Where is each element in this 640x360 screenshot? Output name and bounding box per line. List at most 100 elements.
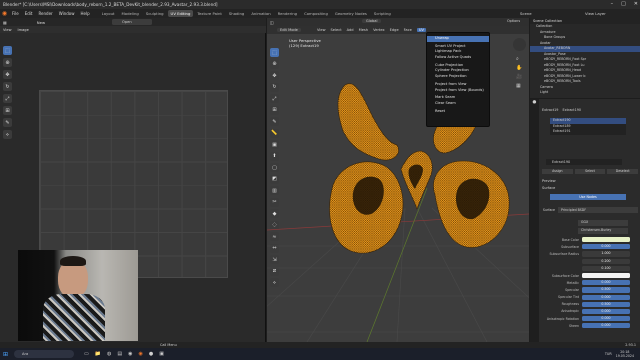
rotate-tool-icon[interactable]: ↻	[3, 82, 12, 91]
select-button[interactable]: Select	[574, 169, 606, 174]
cursor-tool-icon[interactable]: ⊕	[3, 58, 12, 67]
uv-menu-image[interactable]: Image	[15, 28, 32, 32]
subsurface-field[interactable]: 0.000	[582, 244, 630, 250]
menu-help[interactable]: Help	[77, 11, 92, 16]
assign-button[interactable]: Assign	[542, 169, 573, 174]
task-view-icon[interactable]: ▭	[84, 351, 89, 357]
viewport-nav-buttons: ⌕ ✋ 🎥 ▦	[516, 56, 522, 89]
status-hint: Call Menu	[160, 343, 177, 347]
material-slot[interactable]: Extract191	[550, 129, 626, 135]
tab-geometry-nodes[interactable]: Geometry Nodes	[332, 10, 370, 17]
outliner-row[interactable]: Light	[530, 90, 640, 96]
base-color-swatch[interactable]	[582, 237, 630, 243]
chrome-icon[interactable]: ◉	[128, 351, 132, 357]
move-tool-icon[interactable]: ✥	[3, 70, 12, 79]
surface-shader-dropdown[interactable]: Principled BSDF	[558, 207, 638, 213]
person-hair	[60, 256, 86, 266]
metallic-label: Metallic	[566, 280, 579, 285]
blender-logo-icon[interactable]: ◉	[0, 9, 9, 18]
taskbar-search[interactable]: Ara	[14, 350, 75, 358]
subsurface-color-label: Subsurface Color	[551, 273, 579, 278]
surface-label: Surface	[542, 208, 555, 212]
uv-new-button[interactable]: New	[37, 20, 45, 25]
properties-panel: ● Extract19 Extract190 Extract190 Extrac…	[530, 99, 640, 342]
tab-uv-editing[interactable]: UV Editing	[167, 10, 194, 17]
sheen-label: Sheen	[569, 323, 579, 328]
surface-section[interactable]: Surface	[542, 186, 555, 190]
pan-icon[interactable]: ✋	[516, 65, 522, 71]
menu-edit[interactable]: Edit	[22, 11, 36, 16]
windows-start-icon[interactable]: ⊞	[3, 351, 8, 358]
menu-window[interactable]: Window	[56, 11, 78, 16]
input-language[interactable]: TUR	[605, 352, 612, 356]
uv-toolbar: ⬚ ⊕ ✥ ↻ ⤢ ⊞ ✎ ⋄	[3, 46, 12, 139]
uv-menu-view[interactable]: View	[0, 28, 15, 32]
clock-date[interactable]: 19.05.2024	[616, 354, 634, 358]
subsurface-radius-label: Subsurface Radius	[549, 251, 579, 256]
tab-modeling[interactable]: Modeling	[119, 10, 142, 17]
subsurface-label: Subsurface	[561, 244, 579, 249]
preview-section[interactable]: Preview	[542, 179, 556, 183]
use-nodes-button[interactable]: Use Nodes	[550, 194, 626, 200]
subsurface-radius-x[interactable]: 1.000	[582, 251, 630, 257]
menu-bar: ◉ File Edit Render Window Help Layout Mo…	[0, 9, 640, 18]
specular-field[interactable]: 0.500	[582, 287, 630, 293]
metallic-field[interactable]: 0.000	[582, 280, 630, 286]
minimize-icon[interactable]: –	[611, 1, 614, 7]
roughness-label: Roughness	[561, 302, 579, 307]
specular-label: Specular	[565, 287, 579, 292]
uv-editor-subheader: View Image	[0, 26, 266, 33]
tab-rendering[interactable]: Rendering	[275, 10, 300, 17]
tab-texture-paint[interactable]: Texture Paint	[194, 10, 225, 17]
window-title: Blender* [C:\Users\MSI\Downloads\body_re…	[3, 2, 218, 7]
tab-animation[interactable]: Animation	[248, 10, 273, 17]
title-bar: Blender* [C:\Users\MSI\Downloads\body_re…	[0, 0, 640, 9]
anisotropic-field[interactable]: 0.000	[582, 308, 630, 315]
menu-render[interactable]: Render	[35, 11, 55, 16]
deselect-button[interactable]: Deselect	[607, 169, 639, 174]
anisotropic-rotation-field[interactable]: 0.000	[582, 316, 630, 322]
transform-tool-icon[interactable]: ⊞	[3, 106, 12, 115]
blender-version: 2.93.1	[625, 343, 636, 347]
close-icon[interactable]: ✕	[634, 1, 638, 7]
zoom-icon[interactable]: ⌕	[516, 56, 522, 62]
object-breadcrumb: Extract19 Extract190	[542, 107, 638, 113]
rip-tool-icon[interactable]: ⋄	[3, 130, 12, 139]
uv-open-button[interactable]: Open	[112, 19, 152, 25]
obs-icon[interactable]: ●	[149, 351, 153, 357]
tab-sculpting[interactable]: Sculpting	[143, 10, 167, 17]
subsurface-color-swatch[interactable]	[582, 272, 630, 279]
blender-taskbar-icon[interactable]: ◉	[138, 351, 142, 357]
view-layer-selector[interactable]: View Layer	[585, 11, 606, 16]
material-slot-name[interactable]: Extract190	[546, 159, 622, 165]
tab-layout[interactable]: Layout	[99, 10, 118, 17]
subsurface-radius-z[interactable]: 0.100	[582, 265, 630, 271]
specular-tint-field[interactable]: 0.000	[582, 294, 630, 300]
camera-icon[interactable]: 🎥	[516, 74, 522, 80]
browser-icon[interactable]: ◍	[107, 351, 111, 357]
annotate-tool-icon[interactable]: ✎	[3, 118, 12, 127]
navigation-gizmo[interactable]	[513, 38, 526, 51]
scale-tool-icon[interactable]: ⤢	[3, 94, 12, 103]
store-icon[interactable]: ▤	[117, 351, 122, 357]
distribution-dropdown[interactable]: GGX	[578, 220, 628, 226]
menu-reset[interactable]: Reset	[427, 109, 489, 115]
app-icon[interactable]: ▣	[159, 351, 164, 357]
material-tab-icon[interactable]: ●	[530, 99, 539, 107]
explorer-icon[interactable]: 📁	[95, 351, 101, 357]
tab-scripting[interactable]: Scripting	[371, 10, 394, 17]
maximize-icon[interactable]: □	[621, 1, 626, 7]
scene-selector[interactable]: Scene	[520, 11, 532, 16]
menu-project-from-view-bounds[interactable]: Project from View (Bounds)	[427, 88, 489, 94]
menu-file[interactable]: File	[9, 11, 22, 16]
sheen-field[interactable]: 0.000	[582, 323, 630, 329]
grid-view-icon[interactable]: ▦	[516, 83, 522, 89]
tab-shading[interactable]: Shading	[226, 10, 247, 17]
select-tool-icon[interactable]: ⬚	[3, 46, 12, 55]
uv-editor-type-icon[interactable]: ▦	[3, 20, 7, 25]
material-slot-list[interactable]: Extract190 Extract189 Extract191	[550, 118, 626, 135]
subsurface-radius-y[interactable]: 0.200	[582, 258, 630, 264]
tab-compositing[interactable]: Compositing	[301, 10, 331, 17]
roughness-field[interactable]: 0.500	[582, 301, 630, 307]
subsurface-method-dropdown[interactable]: Christensen-Burley	[578, 228, 628, 234]
